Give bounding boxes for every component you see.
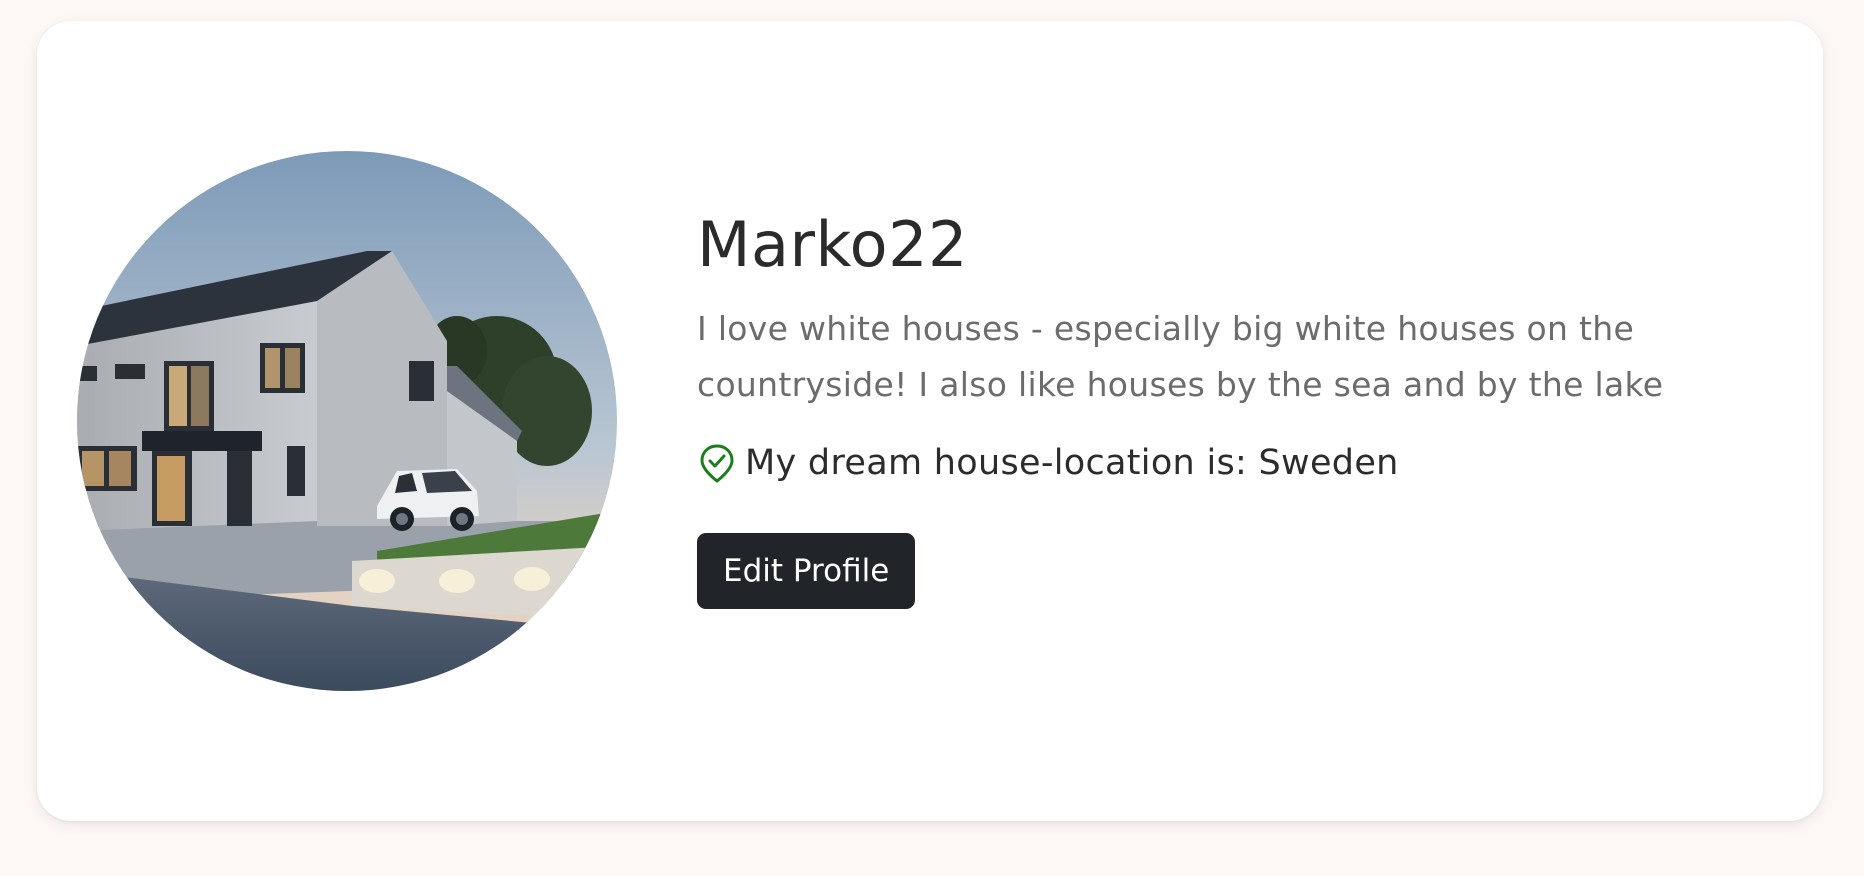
profile-avatar [77, 151, 617, 691]
location-check-icon [697, 443, 737, 483]
profile-bio: I love white houses - especially big whi… [697, 309, 1664, 405]
profile-info: Marko22 I love white houses - especially… [697, 208, 1757, 610]
profile-username: Marko22 [697, 208, 968, 281]
profile-card: Marko22 I love white houses - especially… [37, 21, 1823, 821]
house-photo [77, 151, 617, 691]
location-text: My dream house-location is: Sweden [745, 443, 1399, 484]
profile-location: My dream house-location is: Sweden [697, 443, 1757, 483]
edit-profile-button[interactable]: Edit Profile [697, 533, 916, 610]
